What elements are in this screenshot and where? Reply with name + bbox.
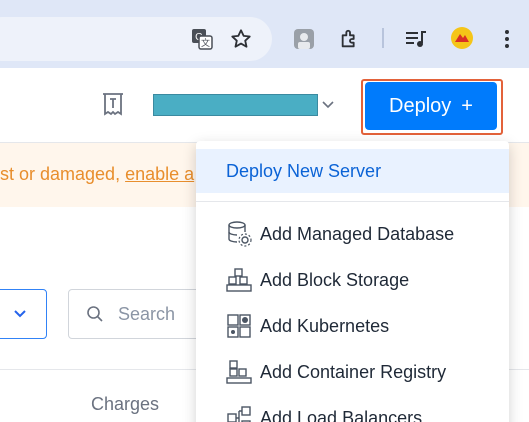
- menu-item-add-kubernetes[interactable]: Add Kubernetes: [196, 304, 509, 348]
- notice-message: st or damaged,: [0, 164, 126, 184]
- menu-item-label: Deploy New Server: [226, 160, 382, 181]
- enable-link[interactable]: enable a: [125, 164, 194, 184]
- deploy-button[interactable]: Deploy +: [365, 82, 497, 130]
- column-header-charges: Charges: [91, 394, 160, 414]
- team-selector[interactable]: [153, 94, 318, 116]
- database-gear-icon: [224, 219, 254, 249]
- search-placeholder: Search: [118, 304, 176, 324]
- menu-item-add-managed-database[interactable]: Add Managed Database: [196, 212, 509, 256]
- kubernetes-icon: [224, 311, 254, 341]
- chevron-down-icon[interactable]: [321, 98, 335, 112]
- menu-item-add-load-balancers[interactable]: Add Load Balancers: [196, 396, 509, 422]
- profile-icon[interactable]: [292, 27, 316, 51]
- menu-item-add-container-registry[interactable]: Add Container Registry: [196, 350, 509, 394]
- toolbar-divider: [382, 28, 384, 48]
- menu-item-label: Add Block Storage: [260, 269, 410, 290]
- kebab-menu-icon[interactable]: [497, 27, 517, 51]
- container-registry-icon: [224, 357, 254, 387]
- search-icon: [84, 303, 106, 325]
- notice-text: st or damaged, enable a: [0, 164, 194, 185]
- bookmark-star-icon[interactable]: [229, 27, 253, 51]
- deploy-button-label: Deploy: [389, 94, 452, 117]
- chevron-down-icon[interactable]: [13, 307, 27, 321]
- media-queue-icon[interactable]: [403, 27, 429, 51]
- menu-divider: [196, 201, 509, 202]
- block-storage-icon: [224, 265, 254, 295]
- menu-item-label: Add Managed Database: [260, 223, 455, 244]
- svg-text:文: 文: [201, 37, 210, 49]
- menu-item-deploy-new-server[interactable]: Deploy New Server: [196, 149, 509, 193]
- billing-receipt-icon[interactable]: [101, 92, 125, 118]
- extensions-icon[interactable]: [338, 27, 362, 51]
- menu-item-label: Add Container Registry: [260, 361, 447, 382]
- menu-item-label: Add Load Balancers: [260, 407, 423, 422]
- avatar-extension-icon[interactable]: [449, 25, 475, 51]
- plus-icon: +: [461, 94, 473, 117]
- menu-item-add-block-storage[interactable]: Add Block Storage: [196, 258, 509, 302]
- translate-icon[interactable]: G 文: [189, 27, 215, 51]
- load-balancer-icon: [224, 403, 254, 422]
- deploy-menu: Deploy New Server Add Managed Database A…: [196, 141, 509, 422]
- menu-item-label: Add Kubernetes: [260, 315, 390, 336]
